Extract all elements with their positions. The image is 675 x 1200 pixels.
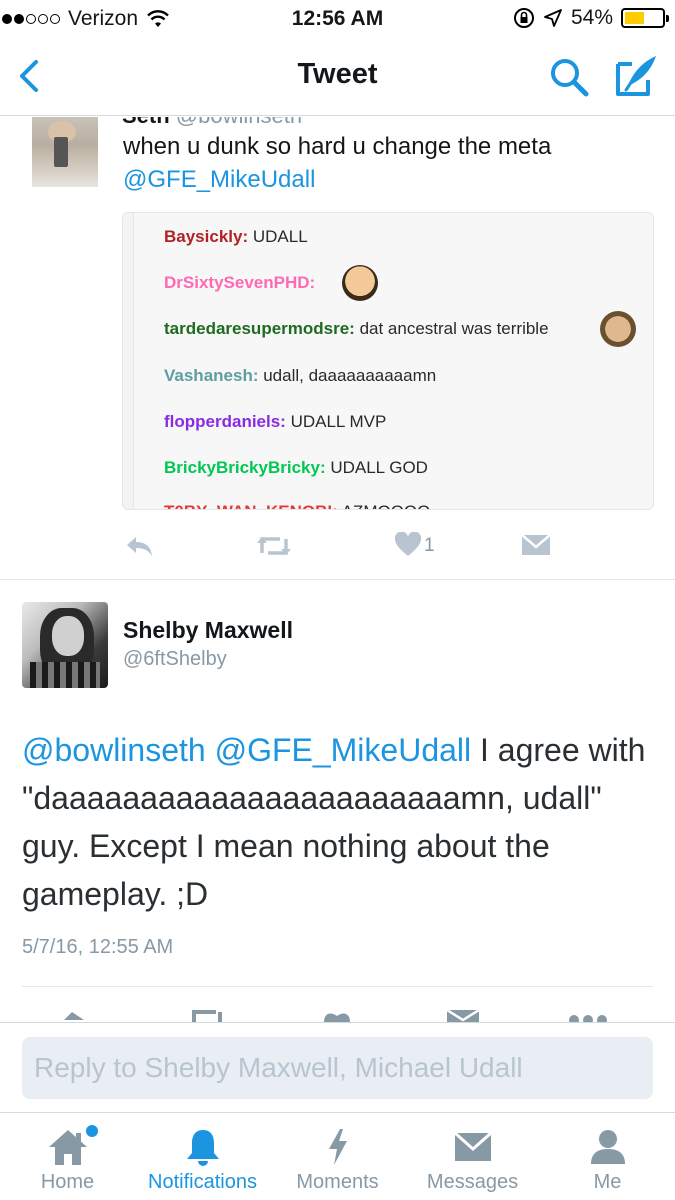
divider <box>22 986 653 987</box>
chat-log: Baysickly: UDALL DrSixtySevenPHD: tarded… <box>133 213 653 509</box>
tab-moments[interactable]: Moments <box>270 1113 405 1200</box>
tweet2-text: @bowlinseth @GFE_MikeUdall I agree with … <box>22 726 652 918</box>
mention-link[interactable]: @GFE_MikeUdall <box>215 732 472 768</box>
tweet-timestamp: 5/7/16, 12:55 AM <box>22 936 174 958</box>
chat-line: Baysickly: UDALL <box>164 227 308 246</box>
mention-link[interactable]: @GFE_MikeUdall <box>123 164 315 196</box>
author-handle[interactable]: @6ftShelby <box>123 648 227 671</box>
tab-label: Notifications <box>148 1171 257 1193</box>
tweet1-actions: 1 <box>0 527 675 567</box>
retweet-icon[interactable] <box>188 1006 226 1022</box>
author-name[interactable]: Shelby Maxwell <box>123 617 293 644</box>
direct-message-icon[interactable] <box>446 1006 480 1022</box>
more-options-icon[interactable] <box>568 1006 608 1022</box>
notification-dot <box>86 1125 98 1137</box>
tab-home[interactable]: Home <box>0 1113 135 1200</box>
nav-bar: Tweet <box>0 38 675 116</box>
emote-facepalm-icon <box>600 311 636 347</box>
battery-percent: 54% <box>570 6 613 29</box>
direct-message-icon[interactable] <box>521 534 551 556</box>
search-icon[interactable] <box>548 56 590 98</box>
reply-input[interactable] <box>22 1037 653 1099</box>
chat-line: flopperdaniels: UDALL MVP <box>164 412 387 431</box>
tweet1-text: when u dunk so hard u change the meta <box>123 133 552 160</box>
retweet-icon[interactable] <box>256 533 292 559</box>
tweet-shelby: Shelby Maxwell @6ftShelby @bowlinseth @G… <box>0 581 675 1022</box>
tweet-media-image[interactable]: Baysickly: UDALL DrSixtySevenPHD: tarded… <box>122 212 654 510</box>
status-bar: Verizon 12:56 AM 54% <box>0 0 675 38</box>
rotation-lock-icon <box>513 8 534 28</box>
tab-messages[interactable]: Messages <box>405 1113 540 1200</box>
tab-notifications[interactable]: Notifications <box>135 1113 270 1200</box>
person-icon <box>590 1130 625 1164</box>
compose-tweet-icon[interactable] <box>614 54 658 98</box>
location-arrow-icon <box>544 9 562 27</box>
avatar[interactable] <box>32 117 98 187</box>
tab-bar: Home Notifications Moments Messages Me <box>0 1112 675 1200</box>
emote-face-icon <box>342 265 378 301</box>
battery-icon <box>621 8 669 28</box>
lightning-icon <box>328 1129 347 1165</box>
bell-icon <box>186 1130 219 1166</box>
reply-icon[interactable] <box>56 1006 86 1022</box>
chat-line: DrSixtySevenPHD: <box>164 273 316 292</box>
reply-bar <box>0 1022 675 1112</box>
tab-label: Messages <box>426 1171 519 1193</box>
chat-line: BrickyBrickyBricky: UDALL GOD <box>164 458 428 477</box>
chat-line: Vashanesh: udall, daaaaaaaaaamn <box>164 366 437 385</box>
home-icon <box>48 1130 87 1165</box>
envelope-icon <box>453 1131 492 1161</box>
status-right: 54% <box>513 6 669 30</box>
battery-level <box>625 12 645 24</box>
tab-me[interactable]: Me <box>540 1113 675 1200</box>
reply-icon[interactable] <box>124 533 154 559</box>
tab-label: Moments <box>296 1171 379 1193</box>
tab-label: Home <box>40 1171 95 1193</box>
like-count: 1 <box>424 535 435 556</box>
tab-label: Me <box>593 1171 622 1193</box>
tweet1-author-cutoff: Seth @bowlinseth <box>122 117 302 129</box>
chat-line: T0BY_WAN_KENOBI: AZMOOOO <box>164 502 430 509</box>
like-heart-icon[interactable] <box>394 532 422 558</box>
tweet2-actions-peek <box>0 1006 675 1022</box>
like-heart-icon[interactable] <box>322 1006 352 1022</box>
avatar[interactable] <box>22 602 108 688</box>
tweet-seth[interactable]: Seth @bowlinseth when u dunk so hard u c… <box>0 117 675 580</box>
chat-line: tardedaresupermodsre: dat ancestral was … <box>164 319 549 338</box>
mention-link[interactable]: @bowlinseth <box>22 732 206 768</box>
